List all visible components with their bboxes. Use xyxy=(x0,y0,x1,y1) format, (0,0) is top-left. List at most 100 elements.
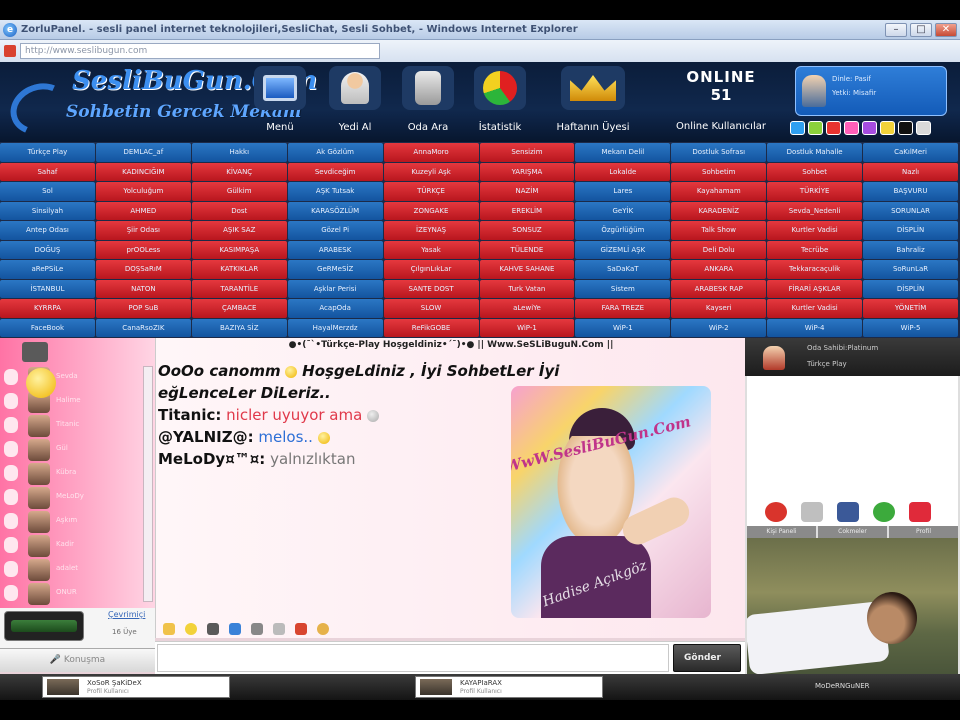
room-button[interactable]: KARASÖZLÜM xyxy=(287,201,383,220)
room-button[interactable]: WiP-2 xyxy=(671,318,767,337)
facebook-icon[interactable] xyxy=(837,502,859,522)
room-button[interactable]: Sensizim xyxy=(479,143,575,162)
message-nick[interactable]: MeLoDy¤™¤: xyxy=(158,450,265,468)
camera-icon[interactable] xyxy=(207,623,219,635)
maximize-button[interactable]: □ xyxy=(910,22,932,37)
room-button[interactable]: İZEYNAŞ xyxy=(383,221,479,240)
room-button[interactable]: Dostluk Sofrası xyxy=(671,143,767,162)
coin-icon[interactable] xyxy=(317,623,329,635)
nav-week-member-button[interactable]: Haftanın Üyesi xyxy=(543,66,643,138)
room-button[interactable]: TÜRKİYE xyxy=(767,182,863,201)
room-button[interactable]: Kayseri xyxy=(671,299,767,318)
list-item[interactable]: MeLoDy xyxy=(4,486,144,509)
room-button[interactable]: AnnaMoro xyxy=(383,143,479,162)
room-button[interactable]: BAŞVURU xyxy=(863,182,958,201)
theme-swatch[interactable] xyxy=(862,121,877,135)
nav-yedi-al-button[interactable]: Yedi Al xyxy=(325,66,385,138)
list-item[interactable]: Kadir xyxy=(4,534,144,557)
room-button[interactable]: SONSUZ xyxy=(479,221,575,240)
room-button[interactable]: Şiir Odası xyxy=(95,221,191,240)
room-button[interactable]: Kurtler Vadisi xyxy=(767,221,863,240)
room-button[interactable]: Sistem xyxy=(575,279,671,298)
list-item[interactable]: Kübra xyxy=(4,462,144,485)
room-button[interactable]: ANKARA xyxy=(671,260,767,279)
send-button[interactable]: Gönder xyxy=(673,644,741,672)
gift-icon[interactable] xyxy=(295,623,307,635)
record-icon[interactable] xyxy=(765,502,787,522)
mic-level-indicator[interactable] xyxy=(4,611,84,641)
user-tray-1[interactable]: XoSoR ŞaKiDeX Profil Kullanıcı xyxy=(42,676,230,698)
refresh-icon[interactable] xyxy=(873,502,895,522)
room-button[interactable]: POP SuB xyxy=(95,299,191,318)
room-button[interactable]: KAHVE SAHANE xyxy=(479,260,575,279)
room-button[interactable]: AHMED xyxy=(95,201,191,220)
room-button[interactable]: aLewiYe xyxy=(479,299,575,318)
room-button[interactable]: Deli Dolu xyxy=(671,240,767,259)
room-button[interactable]: ÇAMBACE xyxy=(191,299,287,318)
room-button[interactable]: SANTE DOST xyxy=(383,279,479,298)
room-button[interactable]: AŞIK SAZ xyxy=(191,221,287,240)
list-item[interactable]: Gül xyxy=(4,438,144,461)
minimize-button[interactable]: – xyxy=(885,22,907,37)
room-button[interactable]: Yasak xyxy=(383,240,479,259)
pin-icon[interactable] xyxy=(251,623,263,635)
room-button[interactable]: KASIMPAŞA xyxy=(191,240,287,259)
room-button[interactable]: WiP-1 xyxy=(479,318,575,337)
room-button[interactable]: Gülkim xyxy=(191,182,287,201)
tab-kisi-paneli[interactable]: Kişi Paneli xyxy=(747,526,816,538)
room-button[interactable]: KYRRPA xyxy=(0,299,95,318)
room-button[interactable]: Lares xyxy=(575,182,671,201)
room-button[interactable]: SORUNLAR xyxy=(863,201,958,220)
room-button[interactable]: Kuzeyli Aşk xyxy=(383,162,479,181)
list-item[interactable]: Aşkım xyxy=(4,510,144,533)
close-button[interactable]: ✕ xyxy=(935,22,957,37)
room-button[interactable]: GeRMeSİZ xyxy=(287,260,383,279)
room-button[interactable]: SLOW xyxy=(383,299,479,318)
room-button[interactable]: YÖNETİM xyxy=(863,299,958,318)
room-button[interactable]: KİVANÇ xyxy=(191,162,287,181)
room-button[interactable]: Aşklar Perisi xyxy=(287,279,383,298)
room-button[interactable]: Sohbetim xyxy=(671,162,767,181)
room-button[interactable]: Tekkaracaçulik xyxy=(767,260,863,279)
theme-swatch[interactable] xyxy=(916,121,931,135)
room-button[interactable]: SoRunLaR xyxy=(863,260,958,279)
room-button[interactable]: Dost xyxy=(191,201,287,220)
room-button[interactable]: Kurtler Vadisi xyxy=(767,299,863,318)
room-button[interactable]: DOĞUŞ xyxy=(0,240,95,259)
webcam-view[interactable] xyxy=(747,538,958,674)
online-status-link[interactable]: Çevrimiçi xyxy=(108,610,145,619)
list-item[interactable]: Halime xyxy=(4,390,144,413)
room-button[interactable]: YARIŞMA xyxy=(479,162,575,181)
power-icon[interactable] xyxy=(909,502,931,522)
room-button[interactable]: TÜLENDE xyxy=(479,240,575,259)
room-button[interactable]: Talk Show xyxy=(671,221,767,240)
room-button[interactable]: TÜRKÇE xyxy=(383,182,479,201)
room-button[interactable]: aRePSiLe xyxy=(0,260,95,279)
user-tray-2[interactable]: KAYAPIaRAX Profil Kullanıcı xyxy=(415,676,603,698)
room-button[interactable]: KADINCIĞIM xyxy=(95,162,191,181)
list-item[interactable]: adalet xyxy=(4,558,144,581)
room-button[interactable]: FARA TREZE xyxy=(575,299,671,318)
room-button[interactable]: EREKLİM xyxy=(479,201,575,220)
room-button[interactable]: Nazlı xyxy=(863,162,958,181)
room-button[interactable]: FaceBook xyxy=(0,318,95,337)
room-button[interactable]: AcapOda xyxy=(287,299,383,318)
user-icon[interactable] xyxy=(229,623,241,635)
tab-cokmeler[interactable]: Cokmeler xyxy=(818,526,887,538)
room-button[interactable]: HayalMerzdz xyxy=(287,318,383,337)
room-button[interactable]: Sevda_Nedenli xyxy=(767,201,863,220)
theme-swatch[interactable] xyxy=(808,121,823,135)
room-button[interactable]: NAZİM xyxy=(479,182,575,201)
private-message-area[interactable] xyxy=(747,376,958,498)
room-button[interactable]: İSTANBUL xyxy=(0,279,95,298)
room-button[interactable]: Özgürlüğüm xyxy=(575,221,671,240)
room-button[interactable]: Dostluk Mahalle xyxy=(767,143,863,162)
room-button[interactable]: AŞK Tutsak xyxy=(287,182,383,201)
room-button[interactable]: GeYİK xyxy=(575,201,671,220)
room-button[interactable]: GİZEMLİ AŞK xyxy=(575,240,671,259)
list-item[interactable]: ONUR xyxy=(4,582,144,605)
room-button[interactable]: ReFikGOBE xyxy=(383,318,479,337)
theme-swatch[interactable] xyxy=(790,121,805,135)
user-status-box[interactable]: Dinle: Pasif Yetki: Misafir xyxy=(795,66,947,116)
room-button[interactable]: Sahaf xyxy=(0,162,95,181)
